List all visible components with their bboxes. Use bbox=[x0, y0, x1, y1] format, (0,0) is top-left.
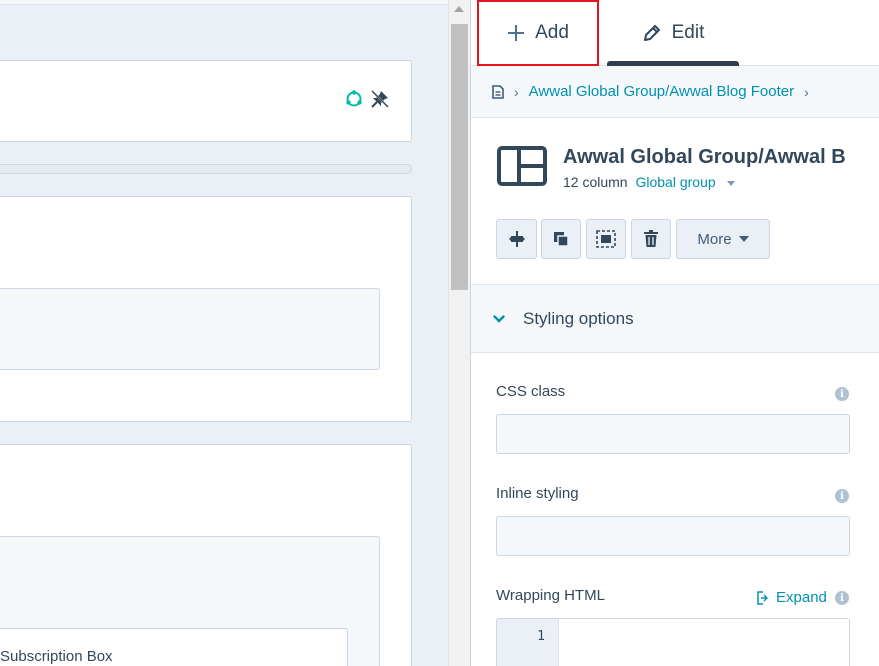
expand-button[interactable]: Expand bbox=[756, 589, 827, 606]
pin-off-icon[interactable] bbox=[370, 89, 390, 109]
expand-label: Expand bbox=[776, 589, 827, 606]
module-header: Awwal Global Group/Awwal B 12 column Glo… bbox=[471, 118, 879, 284]
css-class-label: CSS class bbox=[496, 383, 566, 400]
more-dropdown-button[interactable]: More bbox=[676, 219, 770, 259]
module-title: Awwal Global Group/Awwal B bbox=[563, 146, 846, 168]
trash-icon bbox=[644, 230, 658, 247]
canvas-scrollbar-thumb[interactable] bbox=[451, 24, 468, 290]
info-icon[interactable]: i bbox=[835, 591, 849, 605]
select-parent-button[interactable] bbox=[586, 219, 626, 259]
info-icon[interactable]: i bbox=[835, 489, 849, 503]
breadcrumb: › Awwal Global Group/Awwal Blog Footer › bbox=[471, 66, 879, 118]
layout-columns-icon bbox=[497, 146, 547, 191]
canvas-top-strip bbox=[0, 0, 448, 5]
chevron-down-icon bbox=[493, 314, 505, 323]
info-icon[interactable]: i bbox=[835, 387, 849, 401]
panel-tabs: Add Edit bbox=[471, 0, 879, 66]
inline-styling-label: Inline styling bbox=[496, 485, 579, 502]
scroll-up-arrow-icon[interactable] bbox=[454, 6, 464, 12]
wrapping-html-editor[interactable]: 1 bbox=[496, 618, 850, 666]
pencil-icon bbox=[643, 25, 660, 41]
chevron-right-icon: › bbox=[514, 83, 519, 100]
select-box-icon bbox=[596, 230, 616, 248]
caret-down-icon bbox=[738, 236, 749, 242]
wrapping-html-label: Wrapping HTML bbox=[496, 587, 605, 604]
caret-down-icon[interactable] bbox=[726, 180, 735, 186]
tab-add[interactable]: Add bbox=[477, 0, 599, 66]
expand-icon bbox=[757, 590, 768, 605]
card-icons bbox=[344, 89, 390, 109]
duplicate-button[interactable] bbox=[541, 219, 581, 259]
sidebar-panel: Add Edit › Awwal Global Group/Awwal Blog… bbox=[470, 0, 879, 666]
breadcrumb-link[interactable]: Awwal Global Group/Awwal Blog Footer bbox=[529, 83, 794, 100]
tab-add-label: Add bbox=[535, 22, 569, 43]
page-canvas: Subscription Box bbox=[0, 0, 448, 666]
refresh-icon[interactable] bbox=[344, 89, 364, 109]
tab-edit[interactable]: Edit bbox=[607, 0, 739, 66]
plus-icon bbox=[508, 25, 525, 41]
styling-options-toggle[interactable]: Styling options bbox=[471, 284, 879, 353]
module-subtitle: 12 column Global group bbox=[563, 174, 735, 190]
subscription-label: Subscription Box bbox=[0, 648, 113, 665]
css-class-input[interactable] bbox=[496, 414, 850, 454]
inline-styling-input[interactable] bbox=[496, 516, 850, 556]
page-icon[interactable] bbox=[492, 84, 504, 99]
styling-options-label: Styling options bbox=[523, 308, 634, 328]
line-number: 1 bbox=[537, 629, 545, 644]
tab-edit-label: Edit bbox=[671, 22, 705, 43]
chevron-right-icon: › bbox=[804, 83, 809, 100]
copy-icon bbox=[554, 232, 569, 247]
move-icon bbox=[508, 231, 525, 247]
inner-module-box[interactable] bbox=[0, 288, 380, 370]
column-count: 12 column bbox=[563, 174, 628, 190]
delete-button[interactable] bbox=[631, 219, 671, 259]
global-group-dropdown[interactable]: Global group bbox=[635, 174, 715, 190]
more-label: More bbox=[697, 230, 732, 248]
divider-bar bbox=[0, 164, 412, 174]
move-module-button[interactable] bbox=[496, 219, 537, 259]
